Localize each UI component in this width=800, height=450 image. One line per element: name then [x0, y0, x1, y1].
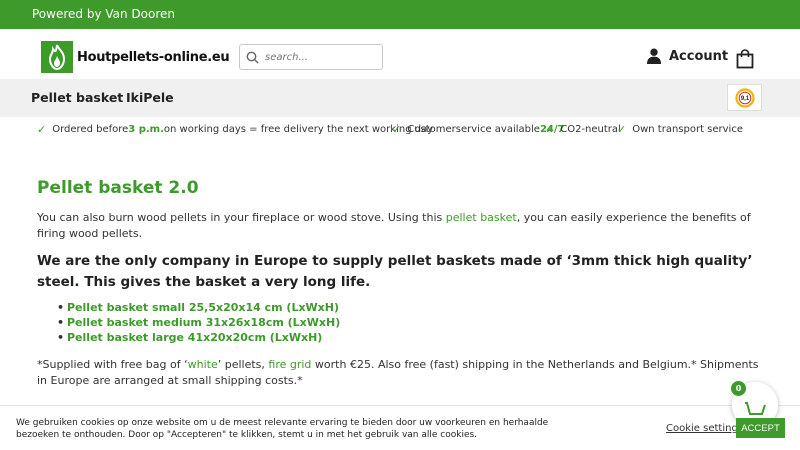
usp-text: Own transport service — [632, 124, 743, 135]
note-text: ’ pellets, — [217, 358, 269, 371]
note-text: *Supplied with free bag of ‘ — [37, 358, 188, 371]
product-link-medium[interactable]: Pellet basket medium 31x26x18cm (LxWxH) — [57, 315, 762, 330]
page-title: Pellet basket 2.0 — [37, 178, 199, 198]
white-pellets-link[interactable]: white — [188, 358, 218, 371]
account-label: Account — [669, 48, 729, 64]
check-icon: ✓ — [37, 123, 47, 136]
check-icon: ✓ — [545, 123, 555, 136]
nav-item-pellet-basket[interactable]: Pellet basket — [31, 90, 123, 105]
review-seal-icon: 9,1 — [734, 87, 755, 108]
usp-item: ✓ Customerservice available 24/7 — [392, 123, 564, 136]
account-link[interactable]: Account — [647, 48, 728, 64]
check-icon: ✓ — [617, 123, 627, 136]
product-list: Pellet basket small 25,5x20x14 cm (LxWxH… — [57, 300, 762, 345]
search-box[interactable] — [239, 44, 383, 70]
usp-text: CO2-neutral — [560, 124, 621, 135]
product-link-small[interactable]: Pellet basket small 25,5x20x14 cm (LxWxH… — [57, 300, 762, 315]
cart-count-badge: 0 — [731, 381, 746, 396]
usp-item: ✓ Own transport service — [617, 123, 743, 136]
check-icon: ✓ — [392, 123, 402, 136]
usp-text: Customerservice available — [407, 124, 540, 135]
nav-item-ikipele[interactable]: IkiPele — [126, 90, 174, 105]
product-link-large[interactable]: Pellet basket large 41x20x20cm (LxWxH) — [57, 330, 762, 345]
usp-text: Ordered before — [52, 124, 129, 135]
logo-text: Houtpellets-online.eu — [77, 49, 230, 65]
review-score-badge[interactable]: 9,1 — [727, 84, 762, 111]
accept-cookies-button[interactable]: ACCEPT — [736, 418, 785, 438]
usp-highlight: 3 p.m. — [128, 124, 164, 135]
flame-logo-icon — [41, 41, 73, 73]
search-icon — [246, 51, 259, 63]
cookie-banner: We gebruiken cookies op onze website om … — [0, 405, 800, 450]
supply-note: *Supplied with free bag of ‘white’ pelle… — [37, 357, 762, 389]
main-content: Pellet basket 2.0 You can also burn wood… — [37, 178, 762, 398]
usp-item: ✓ CO2-neutral — [545, 123, 621, 136]
main-nav: Pellet basket IkiPele — [0, 79, 800, 117]
user-icon — [647, 48, 661, 64]
pellet-basket-link[interactable]: pellet basket — [446, 211, 517, 224]
powered-by-text: Powered by Van Dooren — [32, 7, 175, 21]
site-header: Houtpellets-online.eu Account — [0, 29, 800, 79]
cart-button[interactable] — [736, 49, 754, 73]
cookie-text: We gebruiken cookies op onze website om … — [16, 418, 549, 440]
fire-grid-link[interactable]: fire grid — [268, 358, 311, 371]
usp-item: ✓ Ordered before 3 p.m. on working days … — [37, 123, 433, 136]
shopping-bag-icon — [736, 49, 754, 69]
headline: We are the only company in Europe to sup… — [37, 253, 753, 290]
top-bar: Powered by Van Dooren — [0, 0, 800, 29]
site-logo[interactable]: Houtpellets-online.eu — [41, 41, 230, 73]
intro-text: You can also burn wood pellets in your f… — [37, 211, 446, 224]
intro-paragraph: You can also burn wood pellets in your f… — [37, 210, 762, 242]
review-score-value: 9,1 — [740, 96, 749, 102]
search-input[interactable] — [265, 51, 375, 63]
